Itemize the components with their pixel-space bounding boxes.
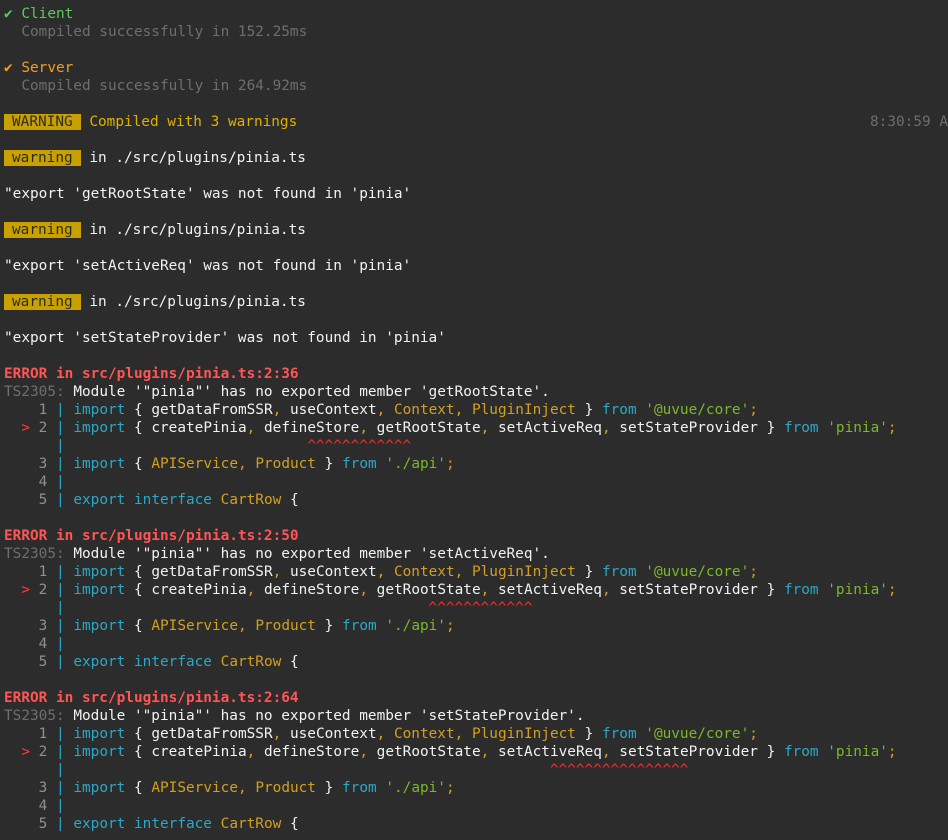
check-icon: ✔ (4, 60, 13, 76)
error-code: TS2305 (4, 384, 56, 400)
warning-summary-badge: WARNING (4, 114, 81, 130)
error-carets: ^^^^^^^^^^^^ (307, 438, 412, 454)
warning-header: warning in ./src/plugins/pinia.ts (4, 293, 948, 311)
warning-location: in ./src/plugins/pinia.ts (89, 294, 306, 310)
error-title: ERROR in src/plugins/pinia.ts:2:64 (4, 690, 299, 706)
error-marker-line: | ^^^^^^^^^^^^^^^^ (55, 762, 689, 778)
server-compile-status: Compiled successfully in 264.92ms (21, 78, 308, 94)
server-status-line: ✔ Server (4, 59, 948, 77)
warning-summary-line: WARNING Compiled with 3 warnings 8:30:59 … (4, 113, 948, 131)
code-line-2: > 2 | import { createPinia, defineStore,… (21, 582, 897, 598)
warning-location: in ./src/plugins/pinia.ts (89, 150, 306, 166)
warning-location: in ./src/plugins/pinia.ts (89, 222, 306, 238)
warning-message: "export 'setStateProvider' was not found… (4, 330, 446, 346)
server-label: Server (21, 60, 74, 76)
warning-header: warning in ./src/plugins/pinia.ts (4, 149, 948, 167)
client-status-line: ✔ Client (4, 5, 948, 23)
error-carets: ^^^^^^^^^^^^^^^^ (549, 762, 689, 778)
warning-badge: warning (4, 222, 81, 238)
warning-message: "export 'setActiveReq' was not found in … (4, 258, 412, 274)
client-label: Client (21, 6, 74, 22)
client-compile-status: Compiled successfully in 152.25ms (21, 24, 308, 40)
warning-badge: warning (4, 150, 81, 166)
error-carets: ^^^^^^^^^^^^ (428, 600, 533, 616)
error-message-line: TS2305: Module '"pinia"' has no exported… (4, 708, 585, 724)
code-line-4: 4 | (38, 474, 65, 490)
code-line-1: 1 | import { getDataFromSSR, useContext,… (38, 402, 758, 418)
code-line-3: 3 | import { APIService, Product } from … (38, 780, 455, 796)
error-message-line: TS2305: Module '"pinia"' has no exported… (4, 546, 550, 562)
error-marker-line: | ^^^^^^^^^^^^ (55, 438, 412, 454)
code-line-4: 4 | (38, 798, 65, 814)
code-line-4: 4 | (38, 636, 65, 652)
terminal-output: ✔ Client Compiled successfully in 152.25… (4, 5, 948, 833)
code-line-2: > 2 | import { createPinia, defineStore,… (21, 420, 897, 436)
error-title: ERROR in src/plugins/pinia.ts:2:36 (4, 366, 299, 382)
code-line-1: 1 | import { getDataFromSSR, useContext,… (38, 726, 758, 742)
error-message: Module '"pinia"' has no exported member … (73, 384, 550, 400)
code-line-3: 3 | import { APIService, Product } from … (38, 618, 455, 634)
timestamp: 8:30:59 A (870, 114, 948, 130)
warning-message: "export 'getRootState' was not found in … (4, 186, 412, 202)
error-code: TS2305 (4, 708, 56, 724)
warning-badge: warning (4, 294, 81, 310)
warning-header: warning in ./src/plugins/pinia.ts (4, 221, 948, 239)
code-line-2: > 2 | import { createPinia, defineStore,… (21, 744, 897, 760)
code-line-1: 1 | import { getDataFromSSR, useContext,… (38, 564, 758, 580)
error-title: ERROR in src/plugins/pinia.ts:2:50 (4, 528, 299, 544)
error-marker-line: | ^^^^^^^^^^^^ (55, 600, 533, 616)
error-message: Module '"pinia"' has no exported member … (73, 708, 585, 724)
code-line-5: 5 | export interface CartRow { (38, 816, 299, 832)
check-icon: ✔ (4, 6, 13, 22)
code-line-5: 5 | export interface CartRow { (38, 654, 299, 670)
code-line-3: 3 | import { APIService, Product } from … (38, 456, 455, 472)
error-message-line: TS2305: Module '"pinia"' has no exported… (4, 384, 550, 400)
error-code: TS2305 (4, 546, 56, 562)
code-line-5: 5 | export interface CartRow { (38, 492, 299, 508)
warning-summary-text: Compiled with 3 warnings (89, 114, 298, 130)
error-message: Module '"pinia"' has no exported member … (73, 546, 550, 562)
